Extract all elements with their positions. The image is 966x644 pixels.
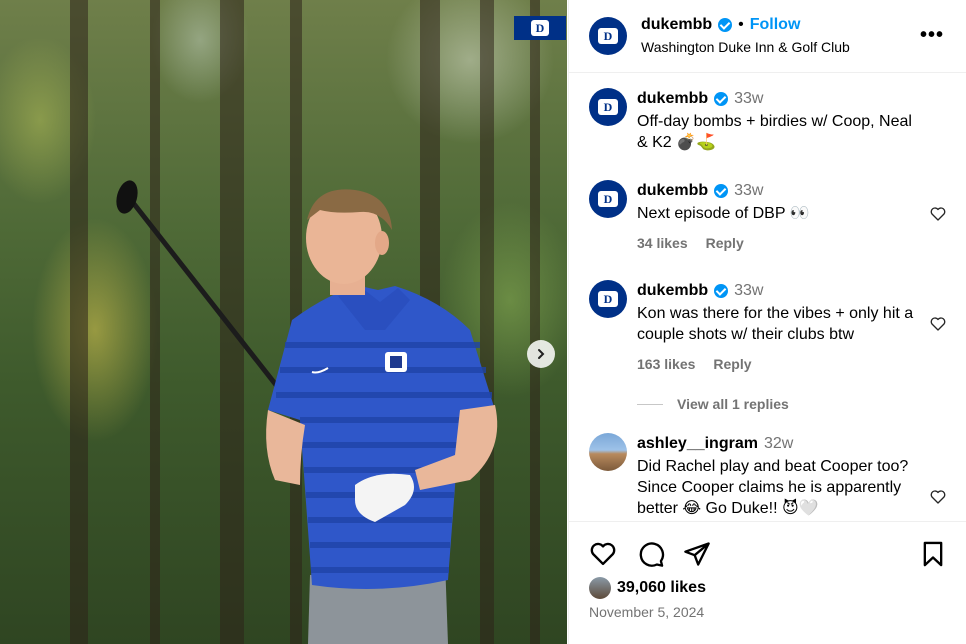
view-replies-button[interactable]: View all 1 replies [637,396,789,412]
post-photo: D [0,0,567,644]
view-replies-label[interactable]: View all 1 replies [677,396,789,412]
comment-username[interactable]: dukembb [637,280,708,301]
commenter-avatar[interactable]: D [589,280,627,318]
heart-icon[interactable] [929,205,947,223]
more-options-icon[interactable]: ••• [920,24,944,47]
comment-likes[interactable]: 34 likes [637,235,688,251]
commenter-avatar[interactable]: D [589,180,627,218]
comment-icon[interactable] [637,540,665,568]
post-side-panel: D dukembb • Follow Washington Duke Inn &… [568,0,966,644]
commenter-avatar[interactable] [589,433,627,471]
follow-button[interactable]: Follow [750,16,801,34]
author-avatar[interactable]: D [589,88,627,126]
heart-icon[interactable] [589,540,617,568]
comments-list[interactable]: D dukembb 33w Off-day bombs + birdies w/… [569,73,966,521]
comment-username[interactable]: ashley__ingram [637,433,758,454]
bookmark-icon[interactable] [919,540,947,568]
author-username[interactable]: dukembb [641,16,712,34]
duke-logo-badge: D [514,16,566,40]
next-photo-button[interactable] [527,340,555,368]
comment-text: Kon was there for the vibes + only hit a… [637,305,914,343]
reply-button[interactable]: Reply [706,235,744,251]
comment-time: 32w [763,435,794,452]
caption-time: 33w [734,90,764,107]
verified-badge-icon [714,183,729,198]
likes-count[interactable]: 39,060 likes [617,579,706,597]
comment-time: 33w [734,282,764,299]
post-actions: 39,060 likes November 5, 2024 [569,521,966,644]
post-location[interactable]: Washington Duke Inn & Golf Club [641,39,850,55]
heart-icon[interactable] [929,315,947,333]
liker-avatar [589,577,611,599]
caption-text: Off-day bombs + birdies w/ Coop, Neal & … [637,113,912,151]
share-icon[interactable] [683,540,711,568]
caption-username[interactable]: dukembb [637,88,708,109]
reply-button[interactable]: Reply [713,356,751,372]
heart-icon[interactable] [929,488,947,506]
verified-badge-icon [714,283,729,298]
comment-time: 33w [734,182,764,199]
comment-likes[interactable]: 163 likes [637,356,695,372]
verified-badge-icon [714,91,729,106]
comment-username[interactable]: dukembb [637,180,708,201]
verified-badge-icon [718,18,733,32]
comment-text: Next episode of DBP 👀 [637,205,810,222]
comment-text: Did Rachel play and beat Cooper too? Sin… [637,458,909,517]
chevron-right-icon [538,349,545,359]
divider [637,403,663,405]
post-header: D dukembb • Follow Washington Duke Inn &… [569,0,966,73]
golfer-figure [116,180,498,644]
separator: • [738,16,744,33]
post-date: November 5, 2024 [589,604,705,620]
author-avatar[interactable]: D [589,17,627,55]
